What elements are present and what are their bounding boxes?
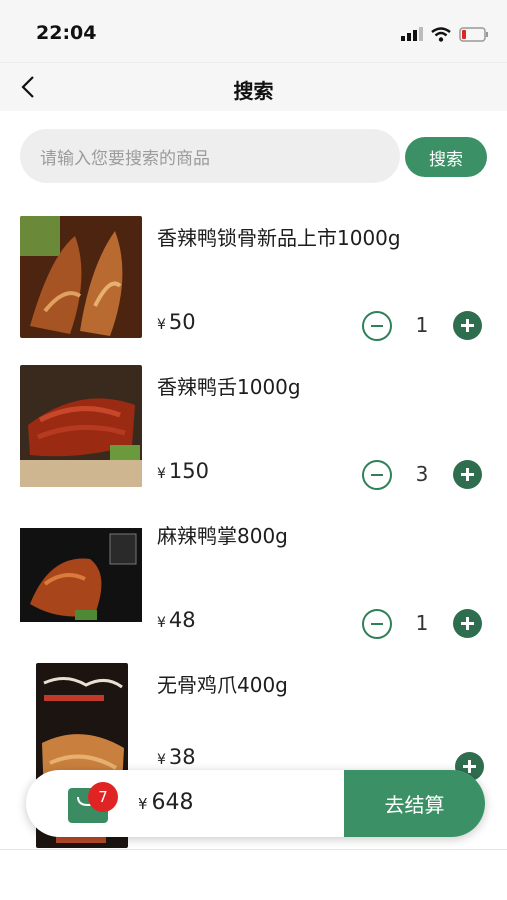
currency-symbol: ¥ [157, 317, 166, 333]
status-time: 22:04 [36, 22, 97, 44]
minus-icon[interactable] [362, 609, 392, 639]
item-price: ¥150 [157, 459, 209, 483]
wifi-icon [431, 26, 451, 42]
search-button[interactable]: 搜索 [405, 137, 487, 177]
cart-count-badge: 7 [88, 782, 118, 812]
page-title: 搜索 [233, 79, 274, 103]
quantity-stepper: 1 [362, 311, 484, 341]
signal-icon [401, 27, 423, 41]
minus-icon[interactable] [362, 460, 392, 490]
cart-total: ¥648 [138, 790, 194, 815]
item-price-value: 48 [168, 608, 196, 632]
item-price-value: 38 [168, 745, 196, 769]
item-price: ¥48 [157, 608, 196, 632]
product-image[interactable] [20, 514, 142, 636]
item-price: ¥50 [157, 310, 196, 334]
status-bar: 22:04 [0, 0, 507, 62]
item-name: 香辣鸭锁骨新品上市1000g [157, 226, 401, 250]
currency-symbol: ¥ [157, 615, 166, 631]
battery-icon [459, 26, 488, 42]
currency-symbol: ¥ [138, 795, 148, 813]
item-price-value: 150 [168, 459, 210, 483]
list-item[interactable]: 香辣鸭舌1000g ¥150 3 [0, 365, 507, 490]
plus-icon[interactable] [453, 609, 482, 638]
plus-icon[interactable] [453, 311, 482, 340]
quantity-stepper: 1 [362, 609, 484, 639]
status-icons [401, 24, 489, 44]
plus-icon[interactable] [453, 460, 482, 489]
item-name: 麻辣鸭掌800g [157, 524, 288, 548]
quantity-value: 3 [415, 462, 429, 486]
list-item[interactable]: 香辣鸭锁骨新品上市1000g ¥50 1 [0, 216, 507, 341]
list-item[interactable]: 麻辣鸭掌800g ¥48 1 [0, 514, 507, 639]
quantity-value: 1 [415, 313, 429, 337]
divider [0, 849, 507, 850]
currency-symbol: ¥ [157, 466, 166, 482]
checkout-button[interactable]: 去结算 [344, 770, 485, 837]
currency-symbol: ¥ [157, 752, 166, 768]
minus-icon[interactable] [362, 311, 392, 341]
item-price: ¥38 [157, 745, 196, 769]
item-price-value: 50 [168, 310, 196, 334]
cart-bar: 7 ¥648 去结算 [26, 770, 485, 837]
quantity-stepper: 3 [362, 460, 484, 490]
quantity-value: 1 [415, 611, 429, 635]
item-name: 无骨鸡爪400g [157, 673, 288, 697]
search-placeholder: 请输入您要搜索的商品 [40, 148, 210, 169]
product-image[interactable] [20, 216, 142, 338]
item-name: 香辣鸭舌1000g [157, 375, 301, 399]
product-image[interactable] [20, 365, 142, 487]
nav-bar: 搜索 [0, 62, 507, 111]
cart-total-value: 648 [151, 790, 194, 815]
search-input[interactable]: 请输入您要搜索的商品 [20, 129, 400, 183]
